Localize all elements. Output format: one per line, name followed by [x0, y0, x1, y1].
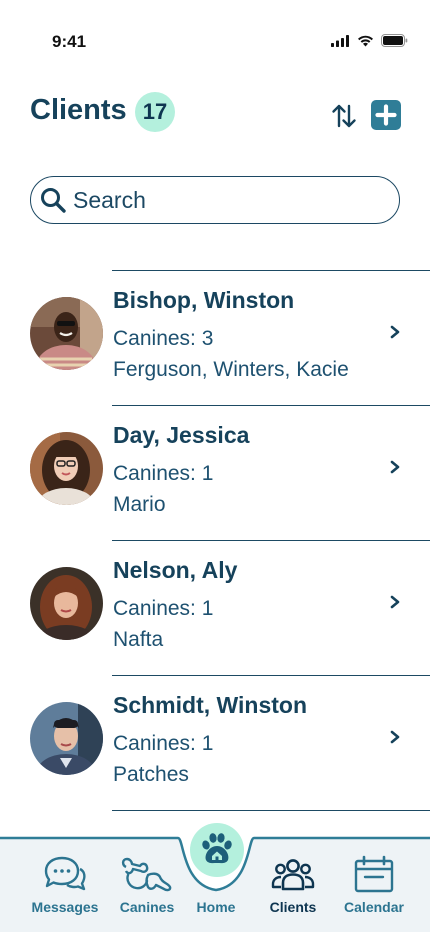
nav-clients-label: Clients [269, 899, 317, 915]
client-name: Schmidt, Winston [113, 692, 308, 718]
search-icon [41, 188, 66, 213]
sort-icon [332, 104, 356, 128]
sort-button[interactable] [330, 102, 358, 130]
wifi-icon [358, 35, 373, 46]
nav-messages-label: Messages [31, 899, 99, 915]
status-time: 9:41 [52, 32, 87, 51]
client-name: Bishop, Winston [113, 287, 295, 313]
calendar-icon [354, 855, 394, 893]
client-count-badge: 17 [135, 92, 175, 132]
client-row[interactable]: Day, Jessica Canines: 1 Mario [0, 405, 430, 540]
nav-clients[interactable]: Clients [250, 855, 336, 915]
client-canine-count: Canines: 1 [113, 462, 214, 485]
signal-icon [331, 34, 349, 47]
paw-home-icon [202, 833, 232, 864]
client-row[interactable]: Schmidt, Winston Canines: 1 Patches [0, 675, 430, 811]
client-name: Day, Jessica [113, 422, 250, 448]
people-group-icon [271, 859, 315, 891]
chevron-right-icon [390, 325, 400, 339]
client-dog-names: Patches [113, 763, 189, 786]
battery-icon [381, 34, 408, 47]
client-dog-names: Ferguson, Winters, Kacie [113, 358, 349, 381]
nav-calendar[interactable]: Calendar [331, 855, 417, 915]
client-name: Nelson, Aly [113, 557, 238, 583]
client-row[interactable]: Bishop, Winston Canines: 3 Ferguson, Win… [0, 270, 430, 405]
page-header: Clients 17 [30, 90, 402, 134]
dog-bone-icon [121, 857, 172, 892]
row-divider [112, 405, 430, 406]
client-canine-count: Canines: 1 [113, 732, 214, 755]
chat-bubbles-icon [44, 856, 86, 891]
row-divider [112, 540, 430, 541]
nav-calendar-label: Calendar [344, 899, 404, 915]
client-row[interactable]: Nelson, Aly Canines: 1 Nafta [0, 540, 430, 675]
client-dog-names: Nafta [113, 628, 164, 651]
nav-home[interactable]: Home [173, 823, 259, 932]
client-dog-names: Mario [113, 493, 166, 516]
page-title: Clients [30, 94, 127, 126]
bottom-tab-bar: Messages Canines Home Clients Calendar [0, 823, 430, 932]
client-avatar [30, 297, 103, 370]
plus-icon [375, 104, 397, 126]
row-divider [112, 810, 430, 811]
home-fab[interactable] [190, 823, 244, 877]
client-canine-count: Canines: 1 [113, 597, 214, 620]
status-icons [331, 34, 408, 47]
add-client-button[interactable] [371, 100, 401, 130]
search-box[interactable] [30, 176, 400, 224]
chevron-right-icon [390, 595, 400, 609]
nav-home-label: Home [196, 899, 236, 915]
client-avatar [30, 702, 103, 775]
search-input[interactable] [73, 186, 373, 214]
status-bar: 9:41 [0, 0, 430, 60]
client-canine-count: Canines: 3 [113, 327, 214, 350]
client-avatar [30, 432, 103, 505]
row-divider [112, 270, 430, 271]
client-list: Bishop, Winston Canines: 3 Ferguson, Win… [0, 270, 430, 811]
chevron-right-icon [390, 460, 400, 474]
nav-messages[interactable]: Messages [22, 855, 108, 915]
chevron-right-icon [390, 730, 400, 744]
client-avatar [30, 567, 103, 640]
row-divider [112, 675, 430, 676]
